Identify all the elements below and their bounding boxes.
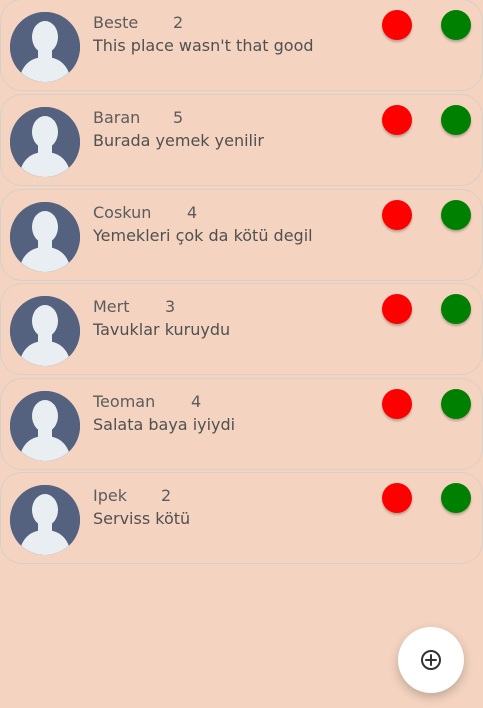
upvote-button[interactable] xyxy=(441,10,471,40)
review-comment: Salata baya iyiydi xyxy=(93,415,236,434)
review-comment: This place wasn't that good xyxy=(93,36,314,55)
reviewer-name: Coskun xyxy=(93,203,152,222)
downvote-button[interactable] xyxy=(382,294,412,324)
review-card: Ipek 2 Serviss kötü xyxy=(0,472,483,564)
avatar-icon xyxy=(10,391,80,461)
upvote-button[interactable] xyxy=(441,200,471,230)
review-rating: 4 xyxy=(187,203,198,222)
review-card: Mert 3 Tavuklar kuruydu xyxy=(0,283,483,375)
reviewer-name: Baran xyxy=(93,108,141,127)
review-rating: 5 xyxy=(173,108,184,127)
review-card: Coskun 4 Yemekleri çok da kötü degil xyxy=(0,189,483,281)
review-comment: Tavuklar kuruydu xyxy=(93,320,231,339)
avatar-icon xyxy=(10,296,80,366)
add-circle-icon xyxy=(421,650,441,670)
review-rating: 2 xyxy=(161,486,172,505)
upvote-button[interactable] xyxy=(441,389,471,419)
downvote-button[interactable] xyxy=(382,200,412,230)
avatar-icon xyxy=(10,12,80,82)
avatar-icon xyxy=(10,485,80,555)
review-card: Teoman 4 Salata baya iyiydi xyxy=(0,378,483,470)
review-rating: 2 xyxy=(173,13,184,32)
review-rating: 3 xyxy=(165,297,176,316)
downvote-button[interactable] xyxy=(382,483,412,513)
review-comment: Yemekleri çok da kötü degil xyxy=(93,226,313,245)
review-comment: Serviss kötü xyxy=(93,509,191,528)
downvote-button[interactable] xyxy=(382,389,412,419)
upvote-button[interactable] xyxy=(441,483,471,513)
review-card: Baran 5 Burada yemek yenilir xyxy=(0,94,483,186)
avatar-icon xyxy=(10,107,80,177)
review-card: Beste 2 This place wasn't that good xyxy=(0,0,483,91)
review-comment: Burada yemek yenilir xyxy=(93,131,265,150)
reviewer-name: Mert xyxy=(93,297,130,316)
add-review-button[interactable] xyxy=(398,627,464,693)
downvote-button[interactable] xyxy=(382,105,412,135)
reviewer-name: Teoman xyxy=(93,392,156,411)
upvote-button[interactable] xyxy=(441,105,471,135)
downvote-button[interactable] xyxy=(382,10,412,40)
avatar-icon xyxy=(10,202,80,272)
reviewer-name: Ipek xyxy=(93,486,127,505)
review-rating: 4 xyxy=(191,392,202,411)
reviewer-name: Beste xyxy=(93,13,139,32)
upvote-button[interactable] xyxy=(441,294,471,324)
